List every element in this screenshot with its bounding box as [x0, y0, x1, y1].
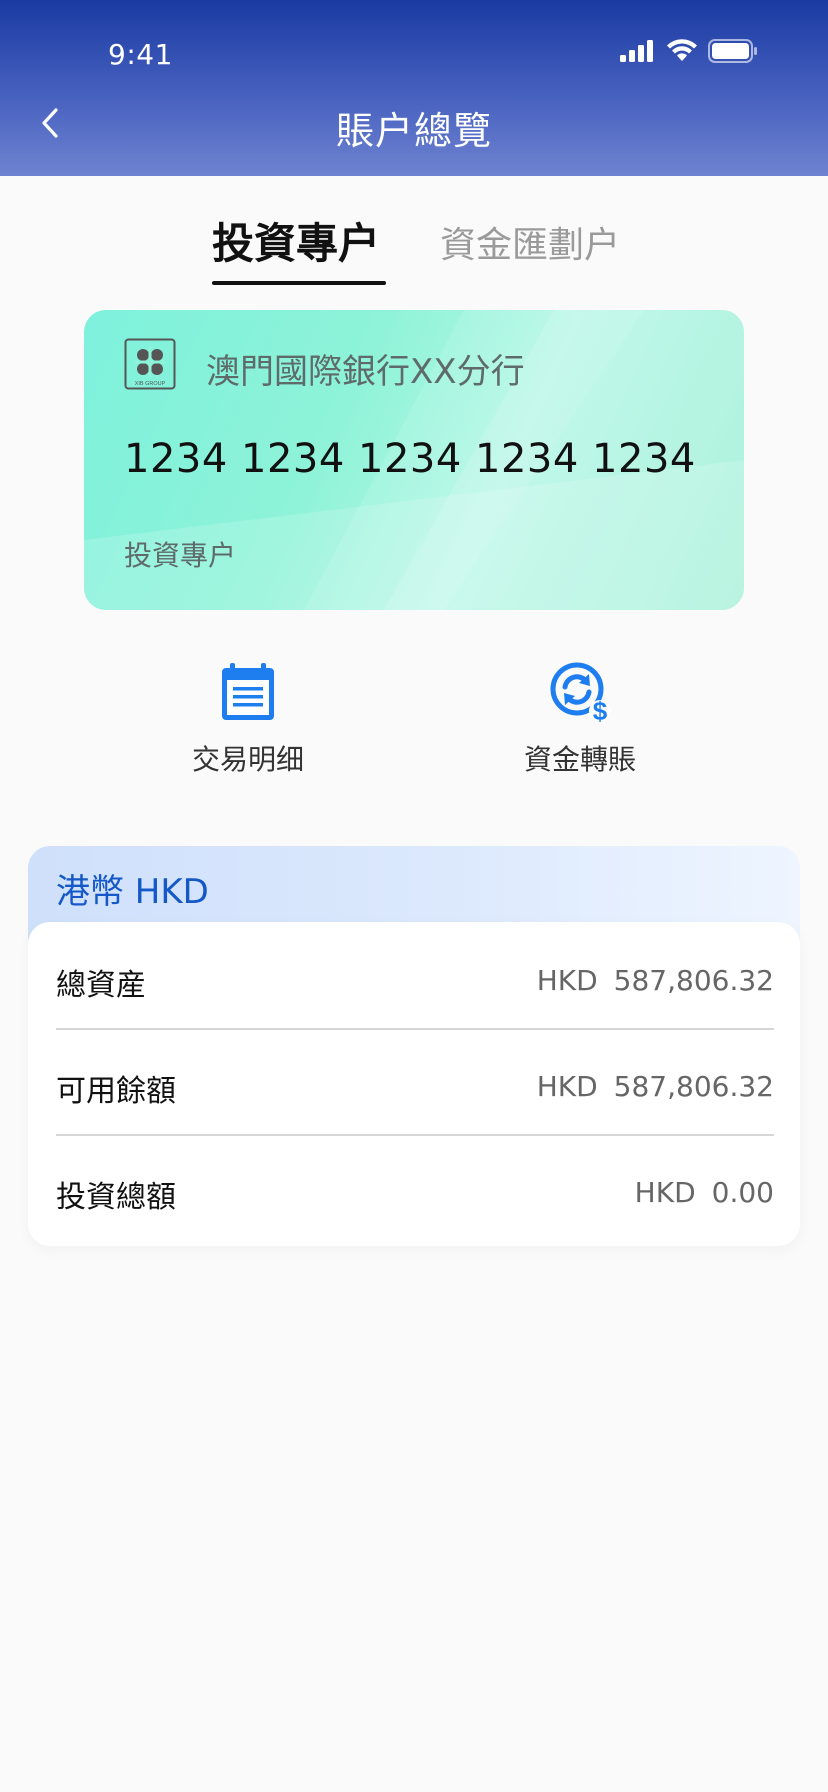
currency-title: 港幣 HKD [56, 872, 209, 912]
row-currency: HKD [536, 964, 598, 997]
account-card[interactable]: XIB GROUP 澳門國際銀行XX分行 1234 1234 1234 1234… [84, 310, 744, 610]
app-header: 9:41 賬户總覽 [0, 0, 828, 176]
quick-actions: 交易明细 $ 資金轉賬 [0, 660, 828, 800]
transaction-details-button[interactable]: 交易明细 [148, 660, 348, 778]
card-number: 1234 1234 1234 1234 1234 [124, 436, 696, 482]
signal-icon [620, 40, 653, 62]
page-title: 賬户總覽 [335, 109, 492, 153]
status-icons [620, 36, 758, 66]
row-label: 投資總額 [56, 1180, 176, 1215]
tab-investment-account[interactable]: 投資專户 [212, 210, 386, 285]
tab-label: 資金匯劃户 [440, 225, 621, 266]
fund-transfer-button[interactable]: $ 資金轉賬 [480, 660, 680, 778]
bank-name: 澳門國際銀行XX分行 [206, 352, 525, 392]
account-type-label: 投資專户 [124, 539, 237, 572]
status-time: 9:41 [108, 38, 173, 71]
svg-text:$: $ [593, 696, 608, 724]
calendar-list-icon [222, 663, 274, 720]
tab-label: 投資專户 [212, 219, 381, 268]
row-amount: 587,806.32 [613, 1070, 774, 1103]
tab-active-indicator [212, 281, 386, 285]
bank-logo-icon: XIB GROUP [124, 338, 176, 390]
row-currency: HKD [536, 1070, 598, 1103]
action-label: 交易明细 [191, 743, 304, 776]
balance-row-total-investment: 投資總額 HKD 0.00 [56, 1136, 774, 1240]
tab-fund-transfer-account[interactable]: 資金匯劃户 [440, 216, 620, 268]
bank-logo-text: XIB GROUP [135, 381, 166, 387]
action-label: 資金轉賬 [523, 743, 636, 776]
balance-row-available-balance: 可用餘額 HKD 587,806.32 [56, 1030, 774, 1136]
row-value: HKD 587,806.32 [537, 1070, 774, 1103]
balance-row-total-assets: 總資産 HKD 587,806.32 [56, 924, 774, 1030]
battery-icon [708, 39, 757, 63]
row-amount: 587,806.32 [613, 964, 774, 997]
row-label: 總資産 [56, 968, 146, 1003]
row-value: HKD 0.00 [635, 1176, 774, 1209]
balance-panel: 港幣 HKD 總資産 HKD 587,806.32 可用餘額 HKD 587,806… [28, 846, 800, 1246]
refresh-dollar-icon: $ [550, 662, 611, 724]
row-currency: HKD [634, 1176, 696, 1209]
balance-card: 總資産 HKD 587,806.32 可用餘額 HKD 587,806.32 投資總… [28, 922, 800, 1246]
row-label: 可用餘額 [56, 1074, 176, 1109]
account-overview-page: 9:41 賬户總覽 投資專户 資金匯劃户 XIB GROUP 澳門國際銀行XX分… [0, 0, 828, 1792]
row-value: HKD 587,806.32 [537, 964, 774, 997]
wifi-icon [667, 39, 697, 61]
account-tabs: 投資專户 資金匯劃户 [0, 210, 828, 285]
row-amount: 0.00 [711, 1176, 774, 1209]
